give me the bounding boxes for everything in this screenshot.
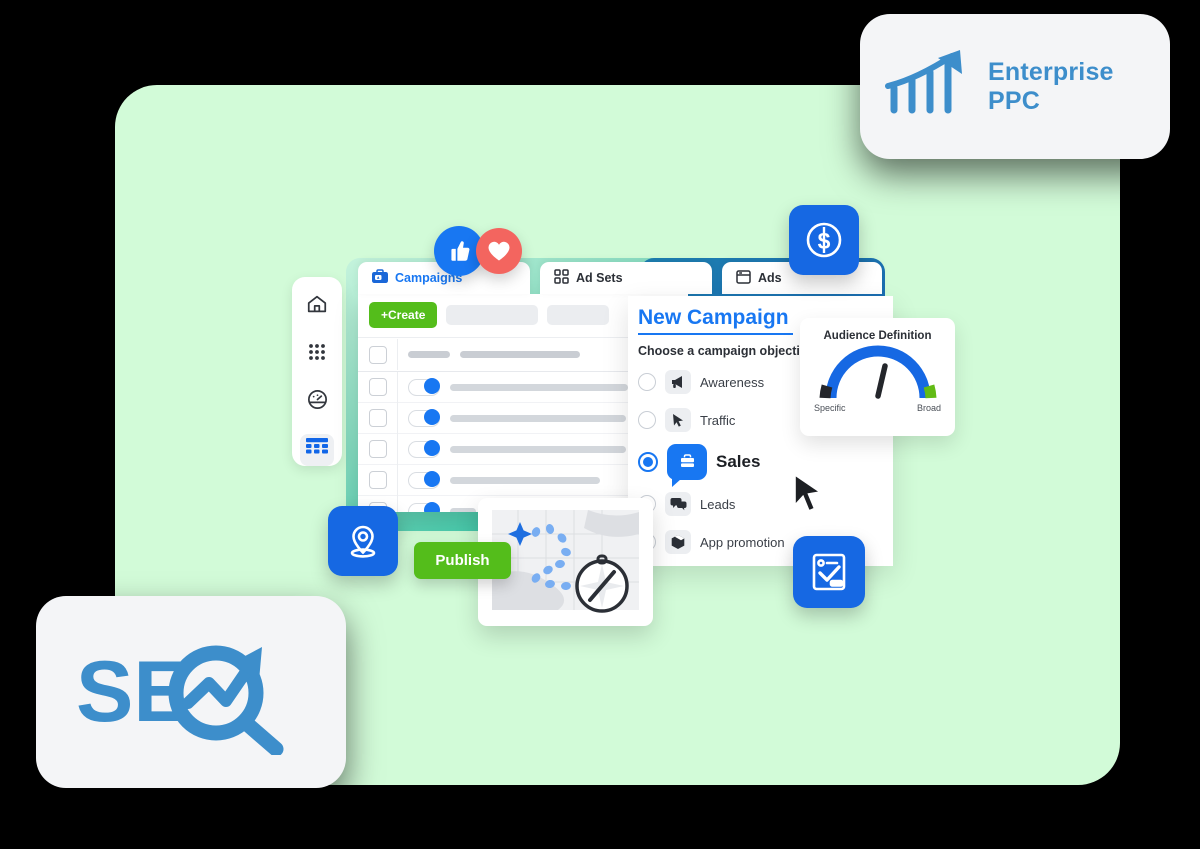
column-divider xyxy=(397,402,398,434)
publish-button[interactable]: Publish xyxy=(414,542,511,579)
objective-radio[interactable] xyxy=(638,452,658,472)
tab-label: Ad Sets xyxy=(576,271,623,285)
toolbar-placeholder-2[interactable] xyxy=(547,305,610,325)
column-divider xyxy=(397,339,398,370)
cell-placeholder xyxy=(408,351,450,358)
home-icon xyxy=(306,293,328,320)
objective-radio[interactable] xyxy=(638,373,656,391)
sidebar-item-home[interactable] xyxy=(300,291,334,323)
mouse-cursor-icon xyxy=(793,473,827,521)
row-checkbox[interactable] xyxy=(369,345,387,364)
seo-magnifier-arrow-icon: SE xyxy=(76,625,306,760)
illustration-stage: Enterprise PPC SE Campaigns Ad Sets Ads … xyxy=(0,0,1200,849)
megaphone-icon xyxy=(665,370,691,394)
objective-label: Sales xyxy=(716,452,761,471)
objective-radio[interactable] xyxy=(638,411,656,429)
audience-definition-card: Audience Definition Specific Broad xyxy=(800,318,955,436)
cursor-arrow-icon xyxy=(665,408,691,432)
table-grid-icon xyxy=(306,437,328,463)
column-divider xyxy=(397,371,398,403)
row-toggle[interactable] xyxy=(408,409,440,427)
tab-label: Ads xyxy=(758,271,782,285)
objective-label: App promotion xyxy=(700,534,785,550)
gauge-max-label: Broad xyxy=(916,403,941,413)
enterprise-ppc-label: Enterprise PPC xyxy=(988,57,1114,115)
row-checkbox[interactable] xyxy=(369,471,387,489)
heart-icon[interactable] xyxy=(476,228,522,274)
objective-option-leads[interactable]: Leads xyxy=(628,485,893,523)
cell-placeholder xyxy=(450,383,628,391)
row-toggle[interactable] xyxy=(408,502,440,512)
apps-grid-dots-icon xyxy=(307,342,327,367)
page-title: New Campaign xyxy=(638,296,793,335)
toolbar-placeholder-1[interactable] xyxy=(446,305,539,325)
objective-label: Leads xyxy=(700,496,736,512)
map-route-compass-icon xyxy=(488,506,643,619)
chat-bubbles-icon xyxy=(665,492,691,516)
objective-label: Traffic xyxy=(700,412,736,428)
objective-label: Awareness xyxy=(700,374,765,390)
cell-placeholder xyxy=(450,414,626,422)
gauge-min-label: Specific xyxy=(814,403,846,413)
row-toggle[interactable] xyxy=(408,440,440,458)
tab-ad-sets[interactable]: Ad Sets xyxy=(540,262,712,294)
create-button[interactable]: +Create xyxy=(369,302,438,328)
dollar-circle-icon[interactable]: $ xyxy=(789,205,859,275)
sidebar-item-apps[interactable] xyxy=(300,339,334,371)
sidebar-item-table[interactable] xyxy=(300,434,334,466)
cell-placeholder xyxy=(450,507,476,512)
column-divider xyxy=(397,433,398,465)
mini-sidebar[interactable] xyxy=(292,277,342,466)
checklist-form-icon[interactable] xyxy=(793,536,865,608)
sidebar-item-performance[interactable] xyxy=(300,387,334,419)
location-pin-icon[interactable] xyxy=(328,506,398,576)
browser-window-icon xyxy=(736,269,751,287)
seo-badge[interactable]: SE xyxy=(36,596,346,788)
objective-option-sales[interactable]: Sales xyxy=(628,439,893,487)
audience-gauge xyxy=(800,342,955,409)
campaigns-briefcase-icon xyxy=(372,269,388,287)
column-divider xyxy=(397,495,398,512)
cell-placeholder xyxy=(450,476,600,484)
speedometer-icon xyxy=(306,388,329,416)
row-toggle[interactable] xyxy=(408,471,440,489)
column-divider xyxy=(397,464,398,496)
cube-box-icon xyxy=(665,530,691,554)
cell-placeholder xyxy=(450,445,626,453)
growth-bar-chart-arrow-icon xyxy=(882,48,970,125)
row-checkbox[interactable] xyxy=(369,440,387,458)
grid-squares-icon xyxy=(554,269,569,287)
audience-definition-title: Audience Definition xyxy=(823,330,932,342)
cell-placeholder xyxy=(460,351,580,358)
row-checkbox[interactable] xyxy=(369,409,387,427)
row-toggle[interactable] xyxy=(408,378,440,396)
enterprise-ppc-badge[interactable]: Enterprise PPC xyxy=(860,14,1170,159)
row-checkbox[interactable] xyxy=(369,378,387,396)
briefcase-icon xyxy=(667,444,707,487)
